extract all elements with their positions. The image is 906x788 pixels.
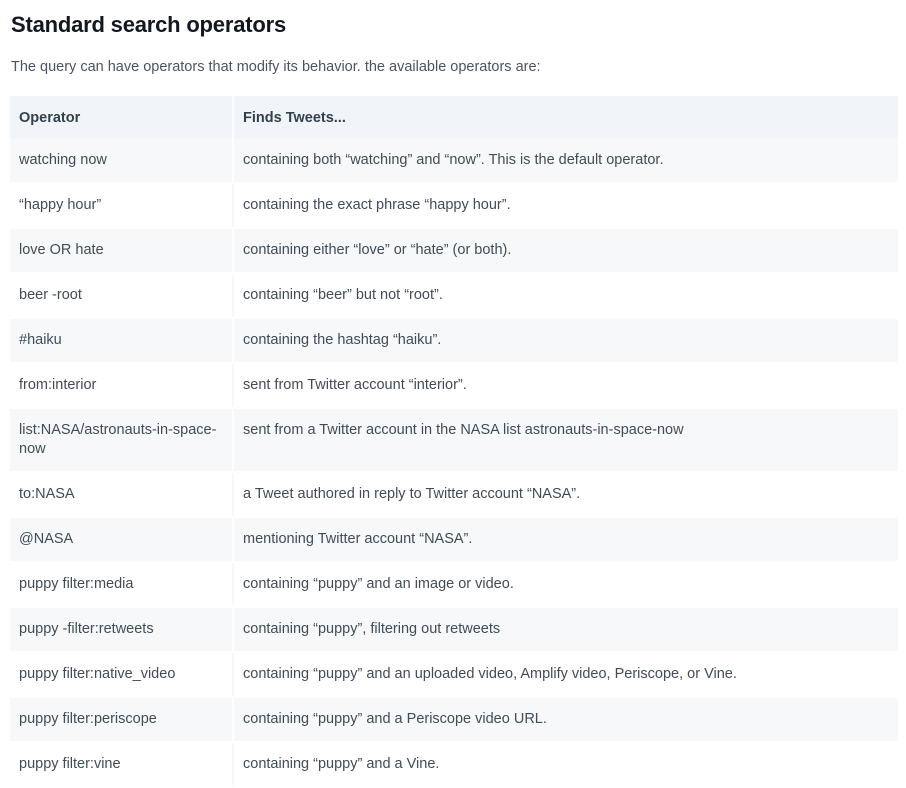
cell-description: sent from Twitter account “interior”. [233, 363, 898, 409]
table-row: puppy filter:vine containing “puppy” and … [10, 742, 898, 788]
cell-description: containing “beer” but not “root”. [233, 273, 898, 319]
table-header-row: Operator Finds Tweets... [10, 96, 898, 139]
table-row: to:NASA a Tweet authored in reply to Twit… [10, 472, 898, 518]
table-body: watching now containing both “watching” a… [10, 139, 898, 788]
cell-description: containing both “watching” and “now”. Th… [233, 139, 898, 184]
cell-operator: from:interior [10, 363, 234, 409]
cell-operator: to:NASA [10, 472, 234, 518]
cell-operator: puppy -filter:retweets [10, 607, 234, 653]
cell-description: a Tweet authored in reply to Twitter acc… [233, 472, 898, 518]
cell-operator: @NASA [10, 517, 234, 563]
cell-description: mentioning Twitter account “NASA”. [233, 517, 898, 563]
table-row: puppy filter:media containing “puppy” and… [10, 562, 898, 608]
operators-table: Operator Finds Tweets... watching now con… [10, 96, 898, 788]
table-head: Operator Finds Tweets... [10, 96, 898, 139]
table-row: puppy filter:periscope containing “puppy”… [10, 697, 898, 743]
cell-description: containing the hashtag “haiku”. [233, 318, 898, 364]
cell-operator: #haiku [10, 318, 234, 364]
intro-paragraph: The query can have operators that modify… [11, 59, 541, 75]
table-row: list:NASA/astronauts-in-space-now sent fr… [10, 408, 898, 473]
cell-description: containing “puppy” and a Vine. [233, 742, 898, 788]
table-row: puppy -filter:retweets containing “puppy”… [10, 607, 898, 653]
cell-operator: puppy filter:periscope [10, 697, 234, 743]
table-row: @NASA mentioning Twitter account “NASA”. [10, 517, 898, 563]
cell-description: containing “puppy”, filtering out retwee… [233, 607, 898, 653]
cell-operator: puppy filter:media [10, 562, 234, 608]
cell-operator: watching now [10, 139, 234, 184]
cell-operator: puppy filter:vine [10, 742, 234, 788]
cell-operator: “happy hour” [10, 183, 234, 229]
column-header-finds-tweets: Finds Tweets... [233, 96, 898, 139]
cell-description: containing either “love” or “hate” (or b… [233, 228, 898, 274]
cell-description: containing “puppy” and an image or video… [233, 562, 898, 608]
cell-description: containing “puppy” and an uploaded video… [233, 652, 898, 698]
cell-operator: beer -root [10, 273, 234, 319]
cell-description: containing the exact phrase “happy hour”… [233, 183, 898, 229]
cell-description: containing “puppy” and a Periscope video… [233, 697, 898, 743]
cell-operator: puppy filter:native_video [10, 652, 234, 698]
table-row: watching now containing both “watching” a… [10, 139, 898, 184]
table-row: beer -root containing “beer” but not “roo… [10, 273, 898, 319]
page-container: Standard search operators The query can … [0, 0, 906, 788]
operators-table-wrapper: Operator Finds Tweets... watching now con… [8, 96, 898, 788]
table-row: #haiku containing the hashtag “haiku”. [10, 318, 898, 364]
table-row: puppy filter:native_video containing “pup… [10, 652, 898, 698]
table-row: from:interior sent from Twitter account “… [10, 363, 898, 409]
table-row: “happy hour” containing the exact phrase … [10, 183, 898, 229]
column-header-operator: Operator [10, 96, 234, 139]
cell-operator: list:NASA/astronauts-in-space-now [10, 408, 234, 473]
cell-operator: love OR hate [10, 228, 234, 274]
cell-description: sent from a Twitter account in the NASA … [233, 408, 898, 473]
page-title: Standard search operators [11, 12, 286, 37]
table-row: love OR hate containing either “love” or … [10, 228, 898, 274]
